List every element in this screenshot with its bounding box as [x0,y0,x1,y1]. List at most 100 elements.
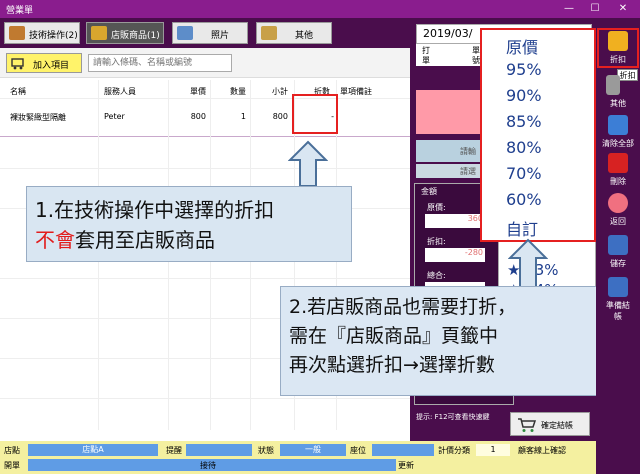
status-bar: 店點 店點A 提醒 狀態 一般 座位 計價分類 1 顧客線上確認 開單 接待 更… [0,441,596,474]
tab-other[interactable]: 其他 [256,22,332,44]
discount-icon [608,31,628,51]
tab-photos-label: 照片 [211,31,230,41]
checkout-label: 確定結帳 [541,421,573,430]
retail-icon [91,26,107,40]
status-label: 狀態 [258,446,274,455]
info-label-2: 單 [422,56,430,65]
clear-all-label: 清除全部 [602,139,634,148]
callout-1-line-2: 不會套用至店販商品 [35,225,351,255]
callout-box-1: 1.在技術操作中選擇的折扣 不會套用至店販商品 [26,186,352,262]
tab-retail-label: 店販商品(1) [111,31,160,41]
callout-2-line-1: 2.若店販商品也需要打折， [289,296,517,318]
discount-cell-highlight [292,94,338,134]
technical-icon [9,26,25,40]
reception-value [222,459,396,471]
store-value: 店點A [28,444,158,456]
search-input[interactable] [88,54,232,72]
discount-option-85[interactable]: 85% [506,112,542,131]
original-price-label: 原價: [427,203,446,212]
discount-option-60[interactable]: 60% [506,190,542,209]
callout-1-emphasis: 不會 [35,228,75,252]
other-button[interactable]: 其他 [598,72,638,112]
discount-option-original[interactable]: 原價 [506,34,538,58]
clear-all-icon [608,115,628,135]
amount-title: 金額 [421,187,437,196]
cell-staff: Peter [104,112,125,121]
column-price: 單價 [190,87,206,96]
discount-option-custom[interactable]: 自訂 [506,216,538,240]
add-item-label: 加入項目 [33,61,70,71]
minimize-button[interactable]: — [556,0,582,18]
status-value: 一般 [280,444,346,456]
discount-menu: 原價 95% 90% 85% 80% 70% 60% 自訂 [480,28,596,242]
delete-button[interactable]: 刪除 [598,150,638,190]
discount-option-95[interactable]: 95% [506,60,542,79]
pricing-category-label: 計價分類 [438,446,470,455]
arrow-up-icon [288,140,328,187]
other-button-label: 其他 [610,99,626,108]
callout-1-rest: 套用至店販商品 [75,228,215,252]
photo-icon [177,26,193,40]
callout-1-line-1: 1.在技術操作中選擇的折扣 [35,198,275,222]
cart-icon [11,58,24,70]
open-value [28,459,224,471]
discount-button-label: 折扣 [610,55,626,64]
info-label-4: 號 [472,56,480,65]
callout-2-line-2: 需在『店販商品』頁籤中 [289,325,499,347]
column-note: 單項備註 [340,87,372,96]
shortcut-tip: 提示: F12可查看快速鍵 [416,413,490,421]
grid-line [0,278,410,279]
row-divider [0,136,410,137]
corner-filler [596,441,640,474]
table-row[interactable]: 裸妝緊緻型隔離 Peter 800 1 800 - [0,110,410,128]
tab-photos[interactable]: 照片 [172,22,248,44]
callout-2-line-3: 再次點選折扣→選擇折數 [289,354,495,376]
column-staff: 服務人員 [104,87,136,96]
clear-all-button[interactable]: 清除全部 [598,112,638,152]
callout-box-2: 2.若店販商品也需要打折， 需在『店販商品』頁籤中 再次點選折扣→選擇折數 [280,286,600,396]
reminder-label: 提醒 [166,446,182,455]
column-name: 名稱 [10,87,26,96]
original-price-value: 360 [425,214,485,228]
prepare-checkout-icon [608,277,628,297]
column-subtotal: 小計 [272,87,288,96]
other-icon [606,75,620,95]
maximize-button[interactable]: ☐ [582,0,608,18]
arrow-up-icon [508,238,548,289]
back-icon [608,193,628,213]
delete-label: 刪除 [610,177,626,186]
back-label: 返回 [610,217,626,226]
discount-button[interactable]: 折扣 [598,28,638,68]
table-header: 名稱 服務人員 單價 數量 小計 折數 單項備註 [0,84,410,98]
cell-name: 裸妝緊緻型隔離 [10,113,66,122]
store-label: 店點 [4,446,20,455]
delete-icon [608,153,628,173]
update-label: 更新 [398,461,414,470]
close-button[interactable]: ✕ [610,0,636,18]
discount-amount-value: -280 [425,248,485,262]
discount-option-70[interactable]: 70% [506,164,542,183]
column-qty: 數量 [230,87,246,96]
grid-line [0,398,410,399]
tab-retail[interactable]: 店販商品(1) [86,22,164,44]
back-button[interactable]: 返回 [598,190,638,230]
window-title: 營業單 [6,6,34,16]
open-label: 開單 [4,461,20,470]
save-label: 儲存 [610,259,626,268]
checkout-button[interactable]: 確定結帳 [510,412,590,436]
discount-option-90[interactable]: 90% [506,86,542,105]
tab-technical-label: 技術操作(2) [29,31,78,41]
folder-icon [261,26,277,40]
prepare-checkout-label: 準備結帳 [606,301,630,321]
cell-price: 800 [190,112,206,121]
tab-technical[interactable]: 技術操作(2) [4,22,80,44]
discount-amount-label: 折扣: [427,237,446,246]
add-item-button[interactable]: 加入項目 [6,53,82,73]
reminder-value [186,444,252,456]
prepare-checkout-button[interactable]: 準備結帳 [598,274,638,324]
save-button[interactable]: 儲存 [598,232,638,272]
tab-bar: 技術操作(2) 店販商品(1) 照片 其他 [0,18,410,48]
discount-option-80[interactable]: 80% [506,138,542,157]
tab-other-label: 其他 [295,31,314,41]
cell-qty: 1 [240,112,246,121]
